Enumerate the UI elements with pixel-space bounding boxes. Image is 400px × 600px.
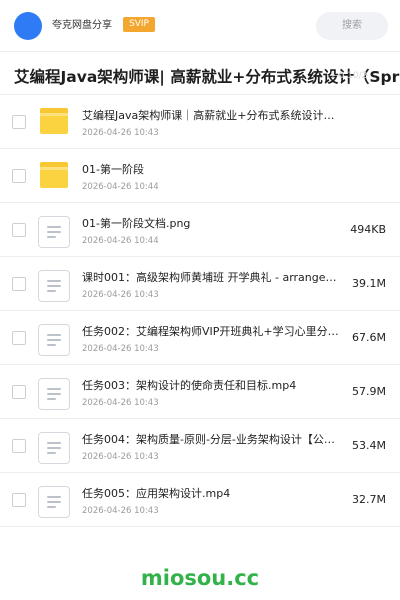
row-checkbox[interactable] <box>12 331 26 345</box>
file-name[interactable]: 01-第一阶段 <box>82 162 344 177</box>
row-checkbox[interactable] <box>12 439 26 453</box>
folder-icon <box>40 108 68 134</box>
file-row[interactable]: 01-第一阶段 2026-04-26 10:44 <box>0 149 400 203</box>
file-name[interactable]: 任务004：架构质量-原则-分层-业务架构设计【公开课】.mp4 <box>82 432 344 447</box>
row-checkbox[interactable] <box>12 277 26 291</box>
file-date: 2026-04-26 10:43 <box>82 290 159 300</box>
file-size: 39.1M <box>352 277 386 290</box>
row-checkbox[interactable] <box>12 223 26 237</box>
file-size: 494KB <box>350 223 386 236</box>
row-checkbox[interactable] <box>12 169 26 183</box>
file-date: 2026-04-26 10:43 <box>82 128 159 138</box>
document-icon <box>38 270 70 302</box>
file-size: 53.4M <box>352 439 386 452</box>
top-bar: 夸克网盘分享 SVIP 搜索 <box>0 0 400 52</box>
document-icon <box>38 378 70 410</box>
file-date: 2026-04-26 10:43 <box>82 452 159 462</box>
file-size: 57.9M <box>352 385 386 398</box>
document-icon <box>38 216 70 248</box>
document-icon <box>38 486 70 518</box>
file-row[interactable]: 任务003：架构设计的使命责任和目标.mp4 2026-04-26 10:43 57… <box>0 365 400 419</box>
file-date: 2026-04-26 10:44 <box>82 236 159 246</box>
avatar[interactable] <box>14 12 42 40</box>
file-name[interactable]: 任务005：应用架构设计.mp4 <box>82 486 344 501</box>
file-date: 2026-04-26 10:44 <box>82 182 159 192</box>
document-icon <box>38 324 70 356</box>
faint-overlay-text: 1 0 10/2 <box>330 71 368 81</box>
watermark: miosou.cc <box>140 566 260 590</box>
file-list: 艾编程Java架构师课｜高薪就业+分布式系统设计（Spring Cloud Al… <box>0 95 400 527</box>
row-checkbox[interactable] <box>12 115 26 129</box>
file-row[interactable]: 课时001：高级架构师黄埔班 开学典礼 - arrangement.mp4 202… <box>0 257 400 311</box>
search-button[interactable]: 搜索 <box>316 12 388 40</box>
file-name[interactable]: 艾编程Java架构师课｜高薪就业+分布式系统设计（Spring Cloud Al… <box>82 108 344 123</box>
file-name[interactable]: 任务002：艾编程架构师VIP开班典礼+学习心里分享.mp4 <box>82 324 344 339</box>
file-row[interactable]: 任务002：艾编程架构师VIP开班典礼+学习心里分享.mp4 2026-04-26… <box>0 311 400 365</box>
file-name[interactable]: 课时001：高级架构师黄埔班 开学典礼 - arrangement.mp4 <box>82 270 344 285</box>
folder-icon <box>40 162 68 188</box>
document-icon <box>38 432 70 464</box>
file-row[interactable]: 任务004：架构质量-原则-分层-业务架构设计【公开课】.mp4 2026-04-… <box>0 419 400 473</box>
file-row[interactable]: 01-第一阶段文档.png 2026-04-26 10:44 494KB <box>0 203 400 257</box>
file-name[interactable]: 任务003：架构设计的使命责任和目标.mp4 <box>82 378 344 393</box>
file-date: 2026-04-26 10:43 <box>82 506 159 516</box>
file-row[interactable]: 任务005：应用架构设计.mp4 2026-04-26 10:43 32.7M <box>0 473 400 527</box>
file-size: 67.6M <box>352 331 386 344</box>
svip-badge: SVIP <box>123 17 155 32</box>
file-date: 2026-04-26 10:43 <box>82 398 159 408</box>
file-row[interactable]: 艾编程Java架构师课｜高薪就业+分布式系统设计（Spring Cloud Al… <box>0 95 400 149</box>
file-size: 32.7M <box>352 493 386 506</box>
file-date: 2026-04-26 10:43 <box>82 344 159 354</box>
row-checkbox[interactable] <box>12 385 26 399</box>
file-name[interactable]: 01-第一阶段文档.png <box>82 216 344 231</box>
share-title: 夸克网盘分享 <box>52 20 112 31</box>
row-checkbox[interactable] <box>12 493 26 507</box>
